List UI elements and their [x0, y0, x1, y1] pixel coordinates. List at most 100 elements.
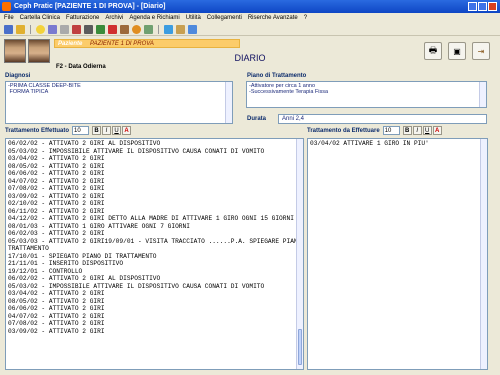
underline-button[interactable]: U — [112, 126, 122, 135]
diary-line: 03/04/02 - ATTIVATO 2 GIRI — [8, 155, 105, 162]
duration-label: Durata — [247, 116, 267, 122]
diary-line: 07/08/02 - ATTIVATO 2 GIRI — [8, 320, 105, 327]
chart-icon[interactable] — [96, 25, 105, 34]
menu-collegamenti[interactable]: Collegamenti — [207, 13, 242, 23]
treatment-todo-editor[interactable]: 03/04/02 ATTIVARE 1 GIRO IN PIU' — [307, 138, 488, 370]
italic-button[interactable]: I — [102, 126, 112, 135]
exit-button[interactable]: ⇥ — [472, 42, 490, 60]
plan-field[interactable]: -Attivatore per circa 1 anno -Successiva… — [246, 81, 487, 108]
diary-line: 08/05/02 - ATTIVATO 2 GIRI — [8, 162, 105, 170]
window-controls — [468, 2, 497, 11]
diary-line: 06/06/02 - ATTIVATO 2 GIRI — [8, 170, 105, 177]
text-color-button[interactable]: A — [122, 126, 132, 135]
plan-label: Piano di Trattamento — [247, 73, 307, 79]
agenda-icon[interactable] — [108, 25, 117, 34]
menu-file[interactable]: File — [4, 13, 14, 23]
treatment-todo-label: Trattamento da Effettuare — [307, 127, 380, 134]
plan-scrollbar[interactable] — [479, 82, 486, 107]
coin-icon[interactable] — [132, 25, 141, 34]
menu-bar: File Cartella Clinica Fatturazione Archi… — [0, 13, 500, 23]
bold-button[interactable]: B — [402, 126, 412, 135]
print-button[interactable]: 🖶 — [424, 42, 442, 60]
diary-line: 21/11/01 - INSERITO DISPOSITIVO — [8, 260, 124, 267]
patient-bar: Paziente PAZIENTE 1 DI PROVA — [54, 39, 240, 48]
diary-line: 03/04/02 ATTIVARE 1 GIRO IN PIU' — [310, 140, 429, 147]
save-button[interactable]: ▣ — [448, 42, 466, 60]
patient-label: Paziente — [58, 41, 83, 47]
diary-line: 17/10/01 - SPIEGATO PIANO DI TRATTAMENTO — [8, 252, 157, 260]
new-icon[interactable] — [4, 25, 13, 34]
diary-line: 08/05/02 - ATTIVATO 2 GIRI — [8, 297, 105, 305]
tools-icon[interactable] — [60, 25, 69, 34]
maximize-icon[interactable] — [478, 2, 487, 11]
italic-button[interactable]: I — [412, 126, 422, 135]
diary-line: 05/03/03 - ATTIVATO 2 GIRI19/09/01 - VIS… — [8, 237, 304, 245]
money-icon[interactable] — [144, 25, 153, 34]
diary-line: 03/09/02 - ATTIVATO 2 GIRI — [8, 327, 105, 335]
diary-line: 06/06/02 - ATTIVATO 2 GIRI — [8, 305, 105, 312]
menu-help[interactable]: ? — [304, 13, 307, 23]
treatment-done-scrollbar[interactable] — [296, 139, 303, 369]
window-title: Ceph Pratic [PAZIENTE 1 DI PROVA] - [Dia… — [14, 3, 166, 10]
close-icon[interactable] — [488, 2, 497, 11]
scroll-thumb[interactable] — [298, 329, 302, 365]
treatment-todo-scrollbar[interactable] — [480, 139, 487, 369]
treatment-done-header: Trattamento Effettuato 10 B I U A — [5, 126, 132, 135]
underline-button[interactable]: U — [422, 126, 432, 135]
patient-icon[interactable] — [36, 25, 45, 34]
font-size-select[interactable]: 10 — [382, 126, 400, 135]
diary-line: 04/07/02 - ATTIVATO 2 GIRI — [8, 312, 105, 320]
menu-archivi[interactable]: Archivi — [105, 13, 123, 23]
printer-icon: 🖶 — [428, 45, 438, 55]
menu-ricerche[interactable]: Riserche Avanzate — [248, 13, 298, 23]
diary-line: 07/08/02 - ATTIVATO 2 GIRI — [8, 185, 105, 192]
menu-utilita[interactable]: Utilità — [186, 13, 201, 23]
diary-line: 03/04/02 - ATTIVATO 2 GIRI — [8, 290, 105, 297]
diagnosis-field[interactable]: -PRIMA CLASSE DEEP-BITE FORMA TIPICA — [5, 81, 233, 124]
toolbar-separator — [158, 25, 159, 34]
bold-button[interactable]: B — [92, 126, 102, 135]
treatment-done-editor[interactable]: 06/02/02 - ATTIVATO 2 GIRI AL DISPOSITIV… — [5, 138, 304, 370]
treatment-todo-text: 03/04/02 ATTIVARE 1 GIRO IN PIU' — [308, 139, 487, 148]
diary-line: 02/10/02 - ATTIVATO 2 GIRI — [8, 200, 105, 207]
font-size-select[interactable]: 10 — [72, 126, 90, 135]
treatment-todo-header: Trattamento da Effettuare 10 B I U A — [307, 126, 442, 135]
open-folder-icon[interactable] — [16, 25, 25, 34]
diagnosis-label: Diagnosi — [5, 73, 31, 79]
diary-line: 05/03/02 - IMPOSSIBILE ATTIVARE IL DISPO… — [8, 282, 265, 290]
patient-name: PAZIENTE 1 DI PROVA — [90, 41, 154, 47]
menu-cartella-clinica[interactable]: Cartella Clinica — [20, 13, 60, 23]
diary-line: 05/03/02 - IMPOSSIBILE ATTIVARE IL DISPO… — [8, 147, 265, 155]
floppy-icon: ▣ — [453, 46, 461, 56]
skull-icon[interactable] — [84, 25, 93, 34]
plan-text: -Attivatore per circa 1 anno -Successiva… — [249, 83, 329, 95]
exit-door-icon: ⇥ — [477, 46, 485, 56]
patient-photo-profile — [28, 39, 50, 63]
photo-icon[interactable] — [120, 25, 129, 34]
diary-line: 06/02/02 - ATTIVATO 2 GIRI AL DISPOSITIV… — [8, 140, 161, 147]
duration-field[interactable]: Anni 2,4 — [278, 114, 487, 124]
diary-line: 06/11/02 - ATTIVATO 2 GIRI — [8, 207, 105, 215]
menu-agenda[interactable]: Agenda e Richiami — [129, 13, 179, 23]
treatment-done-format-bar: 10 B I U A — [72, 126, 132, 135]
calendar-icon[interactable] — [164, 25, 173, 34]
treatment-todo-format-bar: 10 B I U A — [382, 126, 442, 135]
diagnosis-text: -PRIMA CLASSE DEEP-BITE FORMA TIPICA — [8, 83, 81, 95]
export-icon[interactable] — [188, 25, 197, 34]
title-bar: Ceph Pratic [PAZIENTE 1 DI PROVA] - [Dia… — [0, 0, 500, 13]
app-icon — [2, 2, 11, 11]
edit-icon[interactable] — [176, 25, 185, 34]
diary-line: 06/02/02 - ATTIVATO 2 GIRI AL DISPOSITIV… — [8, 275, 161, 282]
diary-line: TRATTAMENTO — [8, 245, 49, 252]
diary-line: 06/02/03 - ATTIVATO 2 GIRI — [8, 230, 105, 237]
diary-line: 04/12/02 - ATTIVATO 2 GIRI DETTO ALLA MA… — [8, 215, 294, 222]
date-shortcut-label: F2 - Data Odierna — [56, 64, 106, 70]
minimize-icon[interactable] — [468, 2, 477, 11]
diagnosis-scrollbar[interactable] — [225, 82, 232, 123]
text-color-button[interactable]: A — [432, 126, 442, 135]
grid-icon[interactable] — [48, 25, 57, 34]
page-title: DIARIO — [234, 53, 266, 63]
menu-fatturazione[interactable]: Fatturazione — [66, 13, 99, 23]
ceph-icon[interactable] — [72, 25, 81, 34]
treatment-done-text: 06/02/02 - ATTIVATO 2 GIRI AL DISPOSITIV… — [6, 139, 303, 335]
